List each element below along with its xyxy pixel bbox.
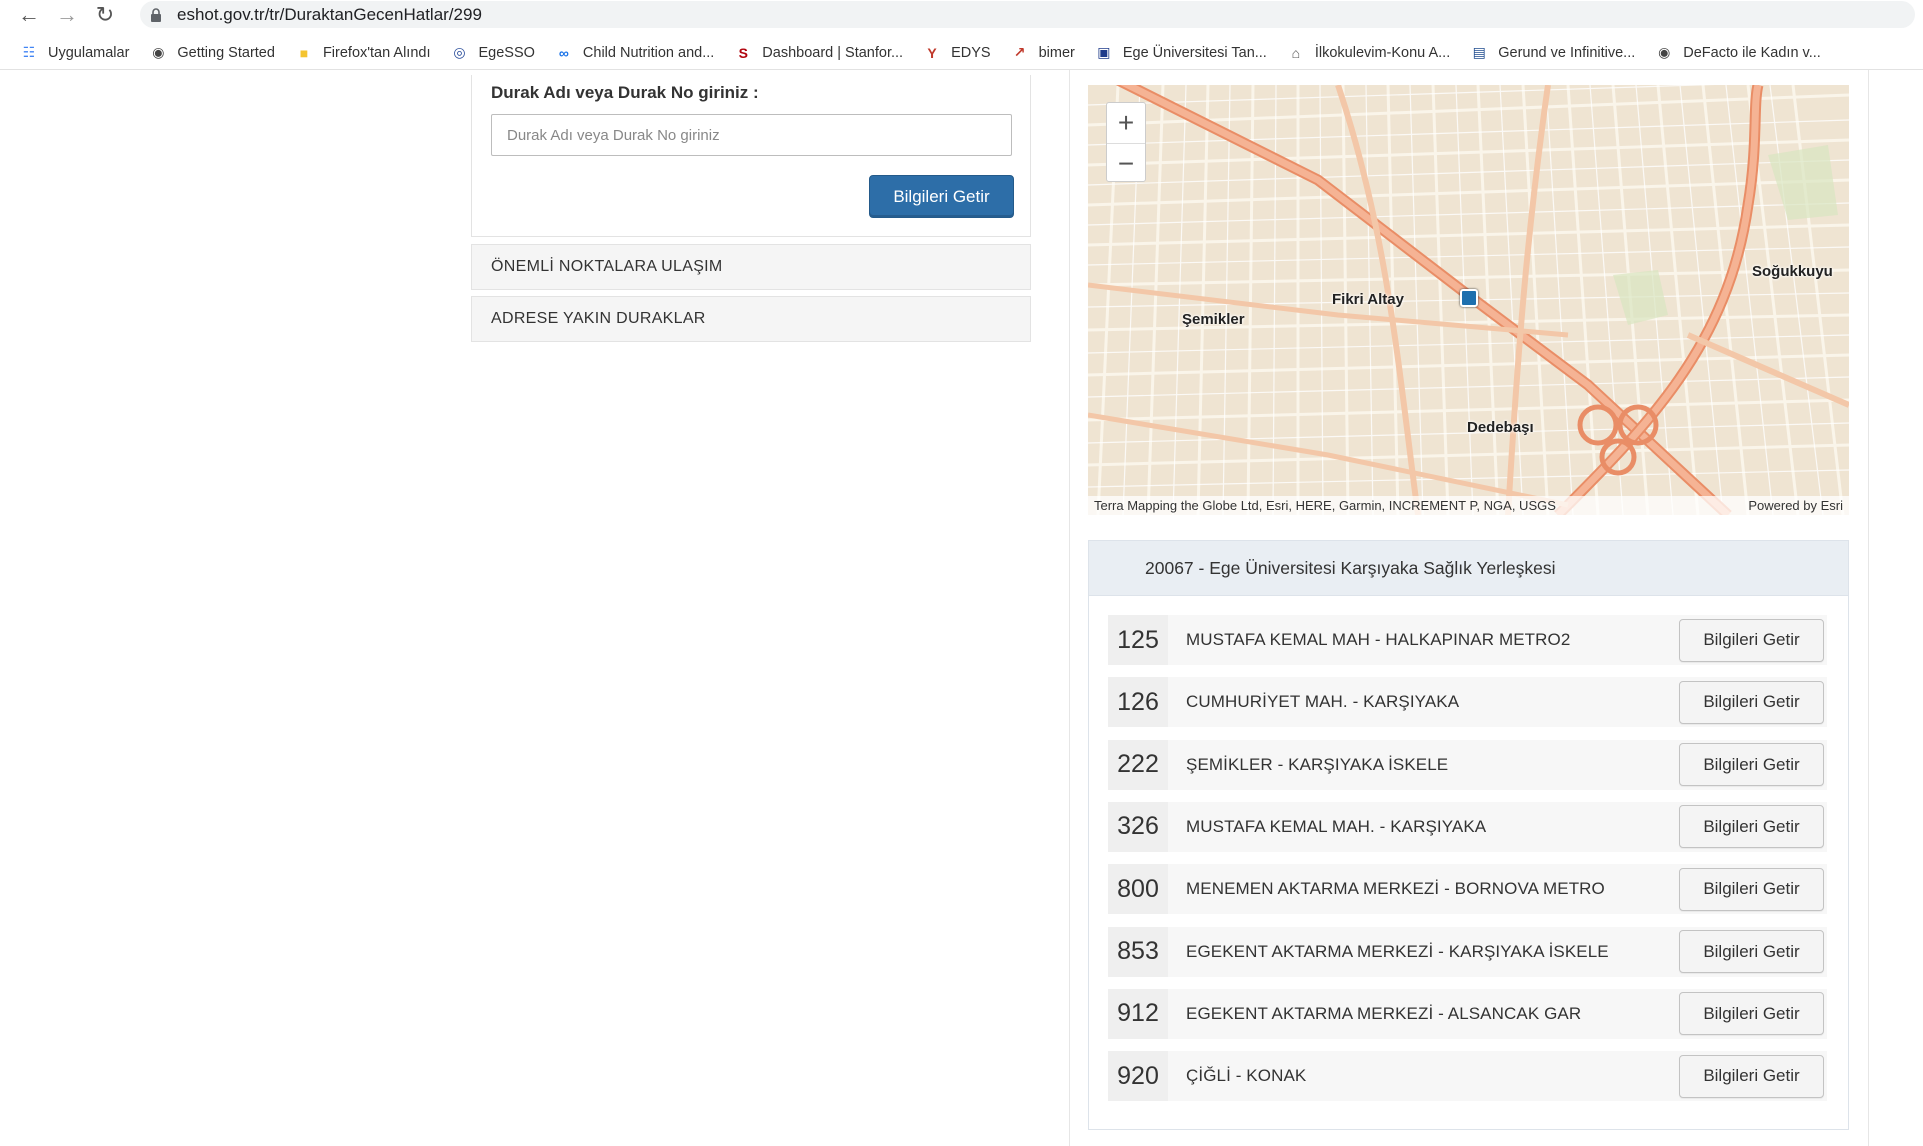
search-submit-button[interactable]: Bilgileri Getir (869, 175, 1014, 218)
line-number: 126 (1108, 677, 1168, 728)
stop-search-input[interactable] (491, 114, 1012, 156)
line-row: 326 MUSTAFA KEMAL MAH. - KARŞIYAKA Bilgile… (1108, 801, 1827, 852)
bookmark-item[interactable]: ∞ Child Nutrition and... (555, 44, 714, 62)
line-row: 920 ÇİĞLİ - KONAK Bilgileri Getir (1108, 1051, 1827, 1102)
bookmark-item[interactable]: ◉ Getting Started (149, 44, 275, 62)
accordion-nearby-stops[interactable]: ADRESE YAKIN DURAKLAR (471, 296, 1031, 342)
map-attribution: Terra Mapping the Globe Ltd, Esri, HERE,… (1088, 496, 1849, 515)
search-box: Durak Adı veya Durak No giriniz : Bilgil… (471, 75, 1031, 237)
infinity-icon: ∞ (558, 44, 569, 61)
bookmark-label: Dashboard | Stanfor... (762, 44, 904, 61)
map-place-label: Dedebaşı (1467, 419, 1534, 436)
stop-lines-panel: 20067 - Ege Üniversitesi Karşıyaka Sağlı… (1088, 540, 1849, 1130)
edys-icon: Y (927, 44, 937, 61)
powered-by-esri-link[interactable]: Powered by Esri (1748, 498, 1843, 513)
line-route-name: CUMHURİYET MAH. - KARŞIYAKA (1186, 692, 1460, 712)
ege-logo-icon: ▣ (1097, 44, 1111, 60)
bookmark-label: Firefox'tan Alındı (322, 44, 431, 61)
ilkokul-icon: ⌂ (1291, 44, 1301, 61)
bookmark-item[interactable]: Y EDYS (923, 44, 991, 62)
line-details-button[interactable]: Bilgileri Getir (1679, 743, 1824, 787)
line-route-name: ÇİĞLİ - KONAK (1186, 1066, 1307, 1086)
map-place-label: Şemikler (1182, 311, 1245, 328)
bookmark-item[interactable]: S Dashboard | Stanfor... (734, 44, 903, 62)
stanford-icon: S (738, 44, 748, 61)
line-number: 853 (1108, 926, 1168, 977)
bookmark-item[interactable]: ◉ DeFacto ile Kadın v... (1655, 44, 1821, 62)
bookmark-label: EgeSSO (478, 44, 535, 61)
line-number: 222 (1108, 739, 1168, 790)
forward-arrow-icon[interactable]: → (53, 1, 81, 29)
line-details-button[interactable]: Bilgileri Getir (1679, 930, 1824, 973)
line-row: 912 EGEKENT AKTARMA MERKEZİ - ALSANCAK GA… (1108, 988, 1827, 1039)
line-number: 125 (1108, 615, 1168, 665)
line-details-button[interactable]: Bilgileri Getir (1679, 680, 1824, 724)
line-row: 853 EGEKENT AKTARMA MERKEZİ - KARŞIYAKA İ… (1108, 926, 1827, 977)
egesso-icon: ◎ (453, 44, 466, 60)
address-bar[interactable]: eshot.gov.tr/tr/DuraktanGecenHatlar/299 (140, 1, 1915, 28)
bus-stop-marker-icon[interactable] (1460, 289, 1478, 307)
stop-title: 20067 - Ege Üniversitesi Karşıyaka Sağlı… (1089, 541, 1848, 596)
line-details-button[interactable]: Bilgileri Getir (1679, 1054, 1824, 1098)
reload-icon[interactable]: ↻ (91, 1, 119, 29)
line-details-button[interactable]: Bilgileri Getir (1679, 805, 1824, 849)
line-row: 800 MENEMEN AKTARMA MERKEZİ - BORNOVA MET… (1108, 864, 1827, 915)
line-details-button[interactable]: Bilgileri Getir (1679, 618, 1824, 662)
search-label: Durak Adı veya Durak No giriniz : (491, 83, 759, 102)
line-route-name: ŞEMİKLER - KARŞIYAKA İSKELE (1186, 754, 1449, 774)
line-number: 912 (1108, 988, 1168, 1039)
folder-icon: ■ (299, 44, 309, 61)
bookmark-label: Getting Started (177, 44, 275, 61)
bookmarks-bar: ☷ Uygulamalar ◉ Getting Started ■ Firefox'tan… (0, 36, 1923, 70)
gerund-icon: ▤ (1472, 44, 1486, 60)
bookmark-label: DeFacto ile Kadın v... (1683, 44, 1821, 61)
line-row: 222 ŞEMİKLER - KARŞIYAKA İSKELE Bilgileri … (1108, 739, 1827, 790)
bookmark-label: EDYS (951, 44, 991, 61)
lock-icon (150, 7, 162, 22)
zoom-in-button[interactable]: + (1107, 103, 1145, 143)
globe-icon: ◉ (1658, 44, 1671, 60)
zoom-out-button[interactable]: − (1107, 143, 1145, 183)
line-row: 126 CUMHURİYET MAH. - KARŞIYAKA Bilgileri … (1108, 677, 1827, 728)
line-number: 326 (1108, 801, 1168, 852)
line-details-button[interactable]: Bilgileri Getir (1679, 992, 1824, 1036)
bimer-icon: ↗ (1013, 44, 1026, 60)
bookmark-label: Ege Üniversitesi Tan... (1122, 44, 1267, 61)
bookmark-label: bimer (1038, 44, 1075, 61)
bookmark-item[interactable]: ↗ bimer (1011, 44, 1075, 62)
bookmark-item[interactable]: ◎ EgeSSO (450, 44, 535, 62)
back-arrow-icon[interactable]: ← (15, 1, 43, 29)
bookmark-item[interactable]: ☷ Uygulamalar (20, 44, 130, 62)
stop-search-panel: Durak Adı veya Durak No giriniz : Bilgil… (471, 75, 1031, 342)
accordion-important-places[interactable]: ÖNEMLİ NOKTALARA ULAŞIM (471, 244, 1031, 290)
line-route-name: EGEKENT AKTARMA MERKEZİ - ALSANCAK GAR (1186, 1003, 1582, 1023)
bookmark-label: Uygulamalar (48, 44, 130, 61)
bookmark-item[interactable]: ▤ Gerund ve Infinitive... (1470, 44, 1636, 62)
map-view[interactable]: + − Fikri Altay Şemikler Dedebaşı Soğukk… (1088, 85, 1849, 515)
line-route-name: MUSTAFA KEMAL MAH - HALKAPINAR METRO2 (1186, 630, 1571, 649)
browser-toolbar: ← → ↻ eshot.gov.tr/tr/DuraktanGecenHatla… (0, 0, 1923, 30)
bookmark-item[interactable]: ⌂ İlkokulevim-Konu A... (1287, 44, 1451, 62)
line-route-name: EGEKENT AKTARMA MERKEZİ - KARŞIYAKA İSKE… (1186, 941, 1609, 961)
apps-grid-icon: ☷ (22, 44, 36, 60)
content-divider (1868, 70, 1869, 1146)
line-route-name: MUSTAFA KEMAL MAH. - KARŞIYAKA (1186, 816, 1487, 836)
map-place-label: Soğukkuyu (1752, 263, 1833, 280)
bookmark-label: Gerund ve Infinitive... (1498, 44, 1636, 61)
content-divider (1069, 70, 1070, 1146)
bookmark-label: İlkokulevim-Konu A... (1314, 44, 1451, 61)
line-route-name: MENEMEN AKTARMA MERKEZİ - BORNOVA METRO (1186, 879, 1605, 899)
map-place-label: Fikri Altay (1332, 291, 1404, 308)
line-details-button[interactable]: Bilgileri Getir (1679, 867, 1824, 911)
url-text: eshot.gov.tr/tr/DuraktanGecenHatlar/299 (177, 4, 482, 24)
zoom-control: + − (1106, 102, 1146, 182)
line-number: 920 (1108, 1051, 1168, 1102)
bookmark-item[interactable]: ▣ Ege Üniversitesi Tan... (1095, 44, 1267, 62)
line-row: 125 MUSTAFA KEMAL MAH - HALKAPINAR METRO2… (1108, 615, 1827, 665)
bookmark-item[interactable]: ■ Firefox'tan Alındı (295, 44, 431, 62)
bookmark-label: Child Nutrition and... (582, 44, 715, 61)
globe-icon: ◉ (152, 44, 165, 60)
line-number: 800 (1108, 864, 1168, 915)
attribution-text: Terra Mapping the Globe Ltd, Esri, HERE,… (1094, 498, 1556, 513)
